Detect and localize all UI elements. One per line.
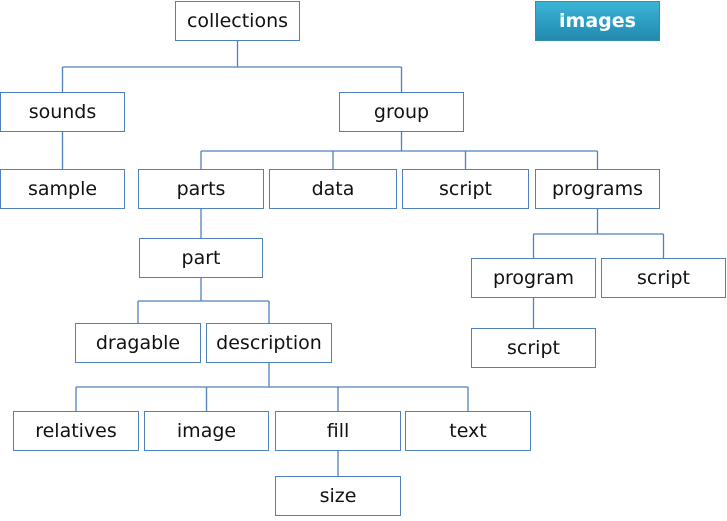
tree-diagram: collections images sounds group sample p… [0,0,727,521]
node-images: images [535,1,660,41]
node-text: text [405,411,531,451]
node-program: program [471,258,596,298]
node-collections: collections [175,1,300,41]
node-sample: sample [0,169,125,209]
node-group: group [339,92,464,132]
node-programs-script: script [601,258,726,298]
node-dragable: dragable [75,323,201,363]
node-image: image [144,411,269,451]
node-size: size [275,476,401,516]
node-description: description [206,323,332,363]
node-group-script: script [402,169,529,209]
node-programs: programs [535,169,660,209]
node-fill: fill [275,411,401,451]
node-sounds: sounds [0,92,125,132]
node-part: part [139,238,263,278]
node-program-script: script [471,328,596,368]
node-data: data [269,169,397,209]
node-relatives: relatives [13,411,139,451]
node-parts: parts [138,169,264,209]
